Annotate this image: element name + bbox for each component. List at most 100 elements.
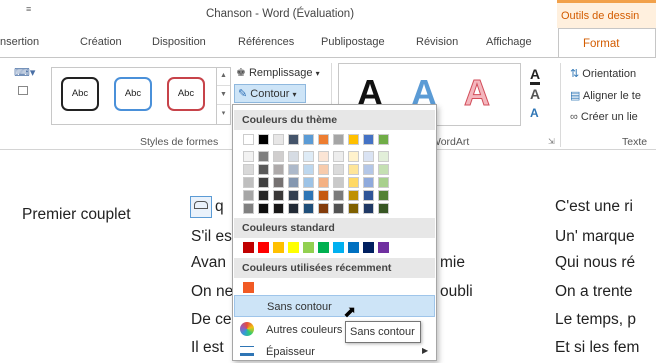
align-text-button[interactable]: ▤ Aligner le te [570,89,641,102]
theme-color-swatch[interactable] [273,203,284,214]
theme-color-swatch[interactable] [318,134,329,145]
theme-color-swatch[interactable] [243,134,254,145]
gallery-up-icon[interactable]: ▲ [217,67,230,86]
theme-color-swatch[interactable] [363,190,374,201]
theme-color-swatch[interactable] [378,203,389,214]
layout-options-icon[interactable] [190,196,212,218]
shape-style-blue[interactable]: Abc [114,77,152,111]
tab-insertion[interactable]: nsertion [0,36,39,48]
theme-color-swatch[interactable] [288,164,299,175]
text-box-icon[interactable] [18,86,28,95]
tab-mailings[interactable]: Publipostage [321,36,385,48]
theme-color-swatch[interactable] [318,190,329,201]
theme-color-swatch[interactable] [348,177,359,188]
shape-style-dark[interactable]: Abc [61,77,99,111]
gallery-more-icon[interactable]: ▾ [217,105,230,124]
theme-color-swatch[interactable] [378,134,389,145]
theme-color-swatch[interactable] [258,134,269,145]
theme-color-swatch[interactable] [348,190,359,201]
theme-color-swatch[interactable] [288,203,299,214]
outline-button[interactable]: ✎ Contour ▾ [234,84,306,103]
theme-color-swatch[interactable] [288,134,299,145]
theme-color-swatch[interactable] [378,164,389,175]
theme-color-swatch[interactable] [333,203,344,214]
tab-review[interactable]: Révision [416,36,458,48]
theme-color-swatch[interactable] [303,190,314,201]
theme-color-swatch[interactable] [333,164,344,175]
theme-color-swatch[interactable] [318,177,329,188]
theme-color-swatch[interactable] [243,164,254,175]
theme-color-swatch[interactable] [273,151,284,162]
wordart-style-pink[interactable]: A [464,72,491,114]
theme-color-swatch[interactable] [348,134,359,145]
text-direction-button[interactable]: ⇅ Orientation [570,67,636,80]
theme-color-swatch[interactable] [318,151,329,162]
standard-color-swatch[interactable] [243,242,254,253]
theme-color-swatch[interactable] [273,177,284,188]
theme-color-swatch[interactable] [288,151,299,162]
create-link-button[interactable]: ∞ Créer un lie [570,111,638,123]
theme-color-swatch[interactable] [348,164,359,175]
fill-button[interactable]: ♚ Remplissage ▾ [236,66,320,79]
recent-color-swatch[interactable] [243,282,254,293]
tab-disposition[interactable]: Disposition [152,36,206,48]
theme-color-swatch[interactable] [318,203,329,214]
theme-color-swatch[interactable] [363,203,374,214]
gallery-down-icon[interactable]: ▼ [217,86,230,105]
standard-color-swatch[interactable] [258,242,269,253]
theme-color-swatch[interactable] [258,190,269,201]
text-fill-button[interactable]: A [530,66,541,85]
tab-format[interactable]: Format [558,28,656,58]
theme-color-swatch[interactable] [258,203,269,214]
standard-color-swatch[interactable] [378,242,389,253]
theme-color-swatch[interactable] [348,203,359,214]
standard-color-swatch[interactable] [333,242,344,253]
theme-color-swatch[interactable] [273,190,284,201]
standard-color-swatch[interactable] [318,242,329,253]
weight-item[interactable]: Épaisseur ▶ [234,341,435,363]
theme-color-swatch[interactable] [363,151,374,162]
theme-color-swatch[interactable] [333,177,344,188]
standard-color-swatch[interactable] [348,242,359,253]
gallery-scrollbar[interactable]: ▲ ▼ ▾ [216,67,230,125]
dialog-launcher-icon[interactable]: ⇲ [548,137,555,146]
text-outline-button[interactable]: A [530,86,540,102]
theme-color-swatch[interactable] [243,151,254,162]
theme-color-swatch[interactable] [363,164,374,175]
standard-color-swatch[interactable] [273,242,284,253]
theme-color-swatch[interactable] [333,134,344,145]
theme-color-swatch[interactable] [288,190,299,201]
edit-shape-icon[interactable]: ⌨▾ [14,66,35,79]
standard-color-swatch[interactable] [303,242,314,253]
no-outline-item[interactable]: Sans contour [234,295,435,317]
theme-color-swatch[interactable] [288,177,299,188]
theme-color-swatch[interactable] [258,164,269,175]
standard-color-swatch[interactable] [288,242,299,253]
theme-color-swatch[interactable] [243,177,254,188]
theme-color-swatch[interactable] [378,177,389,188]
tab-references[interactable]: Références [238,36,294,48]
theme-color-swatch[interactable] [303,203,314,214]
shape-style-red[interactable]: Abc [167,77,205,111]
theme-color-swatch[interactable] [243,190,254,201]
text-effects-button[interactable]: A [530,106,539,120]
theme-color-swatch[interactable] [318,164,329,175]
theme-color-swatch[interactable] [348,151,359,162]
theme-color-swatch[interactable] [258,177,269,188]
theme-color-swatch[interactable] [303,134,314,145]
theme-color-swatch[interactable] [303,164,314,175]
theme-color-swatch[interactable] [303,177,314,188]
theme-color-swatch[interactable] [273,134,284,145]
theme-color-swatch[interactable] [363,134,374,145]
theme-color-swatch[interactable] [363,177,374,188]
theme-color-swatch[interactable] [303,151,314,162]
theme-color-swatch[interactable] [243,203,254,214]
theme-color-swatch[interactable] [333,190,344,201]
theme-color-swatch[interactable] [378,190,389,201]
theme-color-swatch[interactable] [258,151,269,162]
theme-color-swatch[interactable] [378,151,389,162]
tab-view[interactable]: Affichage [486,36,532,48]
theme-color-swatch[interactable] [333,151,344,162]
standard-color-swatch[interactable] [363,242,374,253]
theme-color-swatch[interactable] [273,164,284,175]
